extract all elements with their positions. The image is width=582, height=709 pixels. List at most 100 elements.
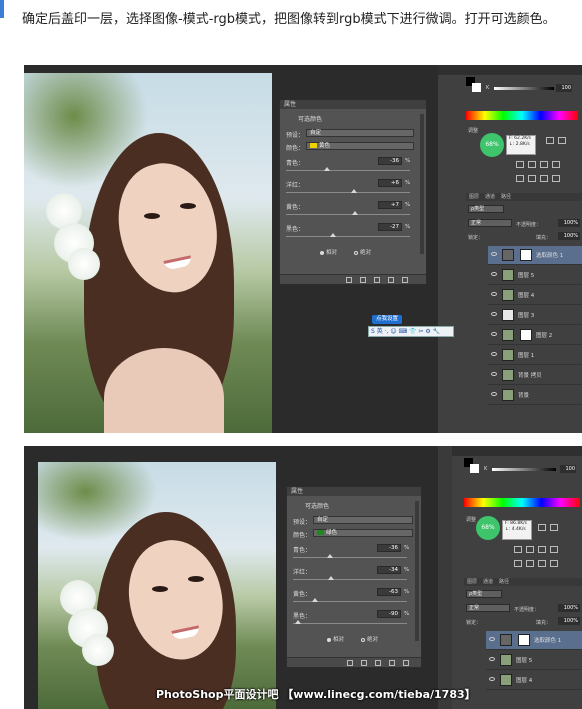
adjust-icon-1[interactable] [546,137,554,144]
layer-row[interactable]: 图层 5 [488,266,582,285]
visibility-eye-icon[interactable] [388,277,394,283]
layer-kind-filter[interactable]: ρ类型 [466,590,502,598]
slider-magenta-track[interactable] [293,579,407,580]
adjust-icon-3[interactable] [516,161,524,168]
tab-channels[interactable]: 通道 [485,194,495,200]
panel-tab[interactable]: 属性 [280,100,426,109]
radio-absolute[interactable]: 绝对 [361,635,378,643]
trash-icon[interactable] [403,660,409,666]
adjust-icon-1[interactable] [538,524,546,531]
k-value[interactable]: 100 [556,84,572,92]
slider-yellow-knob[interactable] [352,211,358,215]
visibility-eye-icon[interactable] [491,392,497,396]
color-spectrum[interactable] [464,498,580,507]
k-slider[interactable] [492,468,556,471]
layer-row[interactable]: 图层 3 [488,306,582,325]
slider-magenta-knob[interactable] [351,189,357,193]
background-color[interactable] [472,83,481,92]
slider-black-knob[interactable] [330,233,336,237]
adjust-icon-9[interactable] [540,175,548,182]
blend-mode-select[interactable]: 正常 [466,604,510,612]
visibility-eye-icon[interactable] [491,332,497,336]
clip-layer-icon[interactable] [347,660,353,666]
ime-toolbar[interactable]: S 英 ·, ☺ ⌨ 👕 ✂ ⚙ 🔧 [368,326,454,337]
blend-mode-select[interactable]: 正常 [468,219,512,227]
view-previous-icon[interactable] [361,660,367,666]
layer-row[interactable]: 背景 拷贝 [488,366,582,385]
slider-yellow-knob[interactable] [312,598,318,602]
tab-channels[interactable]: 通道 [483,579,493,585]
clip-layer-icon[interactable] [346,277,352,283]
k-slider[interactable] [494,87,554,90]
tab-paths[interactable]: 路径 [499,579,509,585]
radio-relative[interactable]: 相对 [320,248,337,256]
layer-row[interactable]: 图层 4 [488,286,582,305]
reset-icon[interactable] [374,277,380,283]
panel-tab[interactable]: 属性 [287,487,421,496]
slider-yellow-value[interactable]: +7 [378,201,402,209]
adjust-icon-6[interactable] [552,161,560,168]
adjust-icon-3[interactable] [514,546,522,553]
adjust-icon-4[interactable] [528,161,536,168]
adjust-icon-8[interactable] [526,560,534,567]
slider-black-value[interactable]: -90 [377,610,401,618]
slider-yellow-value[interactable]: -63 [377,588,401,596]
fill-field[interactable]: 100% [558,232,580,240]
layer-row[interactable]: 图层 5 [486,651,582,670]
radio-relative[interactable]: 相对 [327,635,344,643]
color-spectrum[interactable] [466,111,578,120]
adjust-icon-2[interactable] [550,524,558,531]
slider-black-value[interactable]: -27 [378,223,402,231]
slider-black-track[interactable] [293,623,407,624]
visibility-eye-icon[interactable] [491,372,497,376]
slider-yellow-track[interactable] [293,601,407,602]
slider-cyan-knob[interactable] [327,554,333,558]
visibility-eye-icon[interactable] [489,677,495,681]
adjust-icon-10[interactable] [550,560,558,567]
colors-select[interactable]: 黄色 [306,142,414,150]
preset-select[interactable]: 自定 [306,129,414,137]
tab-paths[interactable]: 路径 [501,194,511,200]
slider-black-knob[interactable] [295,620,301,624]
slider-magenta-track[interactable] [286,192,410,193]
colors-select[interactable]: 绿色 [313,529,413,537]
adjust-icon-4[interactable] [526,546,534,553]
adjust-icon-6[interactable] [550,546,558,553]
slider-cyan-track[interactable] [293,557,407,558]
radio-absolute[interactable]: 绝对 [354,248,371,256]
preset-select[interactable]: 自定 [313,516,413,524]
trash-icon[interactable] [402,277,408,283]
fill-field[interactable]: 100% [558,617,580,625]
adjust-icon-7[interactable] [516,175,524,182]
layer-row[interactable]: 图层 2 [488,326,582,345]
adjust-icon-8[interactable] [528,175,536,182]
slider-cyan-knob[interactable] [324,167,330,171]
layer-kind-filter[interactable]: ρ类型 [468,205,504,213]
adjust-icon-9[interactable] [538,560,546,567]
slider-cyan-track[interactable] [286,170,410,171]
visibility-eye-icon[interactable] [491,352,497,356]
visibility-eye-icon[interactable] [489,657,495,661]
adjust-icon-10[interactable] [552,175,560,182]
slider-cyan-value[interactable]: -36 [377,544,401,552]
layer-row[interactable]: 图层 1 [488,346,582,365]
visibility-eye-icon[interactable] [491,272,497,276]
view-previous-icon[interactable] [360,277,366,283]
background-color[interactable] [470,464,479,473]
panel-scrollbar[interactable] [415,501,419,641]
adjust-icon-7[interactable] [514,560,522,567]
slider-cyan-value[interactable]: -36 [378,157,402,165]
visibility-eye-icon[interactable] [491,312,497,316]
slider-magenta-knob[interactable] [328,576,334,580]
visibility-eye-icon[interactable] [491,252,497,256]
visibility-eye-icon[interactable] [489,637,495,641]
visibility-eye-icon[interactable] [389,660,395,666]
visibility-eye-icon[interactable] [491,292,497,296]
panel-scrollbar[interactable] [420,114,424,254]
slider-yellow-track[interactable] [286,214,410,215]
layer-row[interactable]: 选取颜色 1 [486,631,582,650]
opacity-field[interactable]: 100% [558,219,580,227]
tab-layers[interactable]: 图层 [469,194,479,200]
reset-icon[interactable] [375,660,381,666]
settings-tooltip[interactable]: 点我设置 [372,315,403,324]
